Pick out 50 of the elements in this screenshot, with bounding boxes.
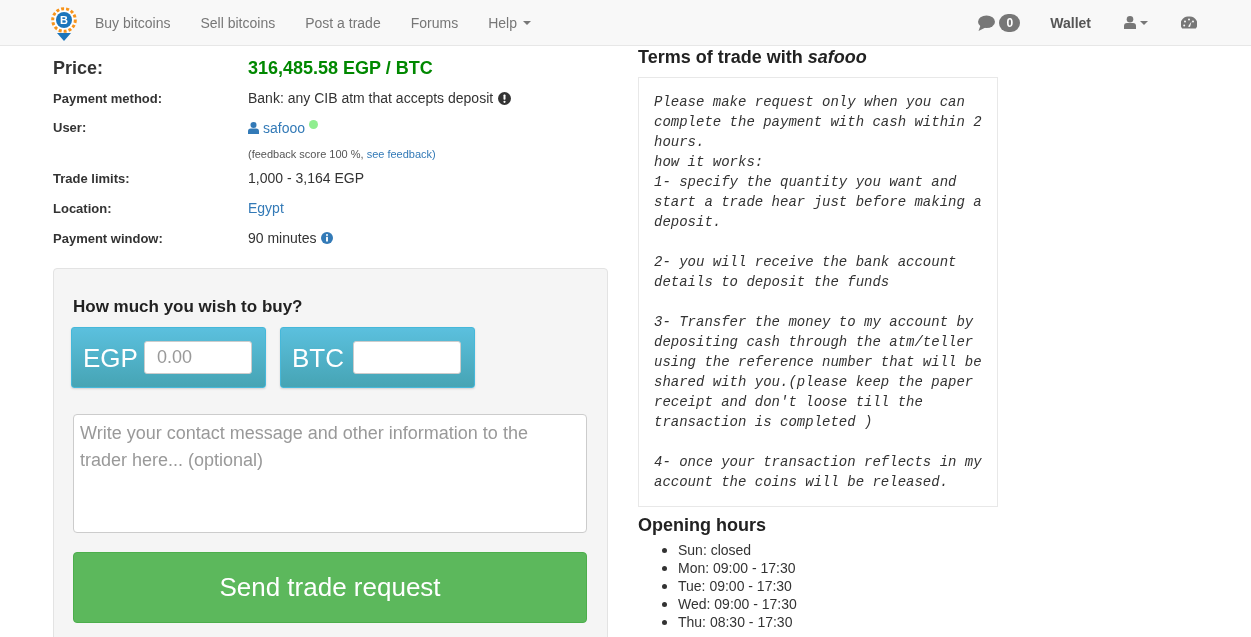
exclamation-icon[interactable] <box>498 91 512 105</box>
bullet-icon <box>662 583 667 589</box>
opening-hours-item: Sun: closed <box>678 541 752 559</box>
detail-value: 90 minutes <box>248 229 317 248</box>
opening-hours-item: Thu: 08:30 - 17:30 <box>678 613 793 631</box>
opening-hours-item: Mon: 09:00 - 17:30 <box>678 559 796 577</box>
account-menu-button[interactable] <box>1124 16 1148 29</box>
detail-label: Payment window: <box>53 230 163 246</box>
location-link[interactable]: Egypt <box>248 198 284 218</box>
user-link[interactable]: safooo <box>248 118 306 138</box>
detail-label: Trade limits: <box>53 170 130 186</box>
nav-link[interactable]: Forums <box>410 12 459 33</box>
feedback-link[interactable]: see feedback) <box>366 148 436 160</box>
unread-count-badge[interactable]: 0 <box>999 13 1021 32</box>
gauge-icon[interactable] <box>1181 16 1197 29</box>
info-icon[interactable] <box>321 232 334 244</box>
detail-label: User: <box>53 119 87 137</box>
detail-value: 1,000 - 3,164 EGP <box>248 169 364 188</box>
nav-link[interactable]: Sell bitcoins <box>200 12 276 33</box>
price-label: Price: <box>53 58 104 78</box>
opening-hours-heading: Opening hours <box>638 515 767 535</box>
amount-field[interactable] <box>353 341 461 374</box>
nav-link[interactable]: Buy bitcoins <box>95 12 171 33</box>
detail-label: Payment method: <box>53 90 163 106</box>
wallet-link[interactable]: Wallet <box>1050 12 1091 33</box>
opening-hours-item: Wed: 09:00 - 17:30 <box>678 595 797 613</box>
chat-bubble-icon[interactable] <box>977 14 996 31</box>
nav-menu-link[interactable]: Help <box>488 12 531 33</box>
opening-hours-item: Tue: 09:00 - 17:30 <box>678 577 792 595</box>
bullet-icon <box>662 601 667 607</box>
send-trade-request-button[interactable]: Send trade request <box>73 552 587 623</box>
feedback-text: (feedback score 100 %, see feedback) <box>248 148 436 161</box>
currency-label: BTC <box>292 342 344 373</box>
currency-label: EGP <box>83 342 138 373</box>
terms-heading: Terms of trade with safooo <box>638 47 868 67</box>
price-value: 316,485.58 EGP / BTC <box>248 57 433 79</box>
bullet-icon <box>662 619 667 625</box>
form-heading: How much you wish to buy? <box>73 297 304 317</box>
user-icon <box>1124 16 1136 29</box>
bullet-icon <box>662 547 667 553</box>
user-icon <box>248 122 259 134</box>
bullet-icon <box>662 565 667 571</box>
terms-text: Please make request only when you can complete the payment with cash within 2 hours. how it works: 1- specify the quantity you want and start a trade hear just before making a deposit. 2- you will receive the bank account details to deposit the funds 3- Transfer the money to my account by depositing cash through the atm/teller using the reference number that will be shared with you.(please keep the paper receipt and don't loose till the transaction is completed ) 4- once your transaction reflects in my account the coins will be released. <box>654 93 983 492</box>
nav-link[interactable]: Post a trade <box>305 12 381 33</box>
amount-field[interactable]: 0.00 <box>144 341 252 374</box>
detail-value: Bank: any CIB atm that accepts deposit <box>248 89 494 108</box>
caret-icon <box>1140 20 1148 25</box>
message-field[interactable]: Write your contact message and other information to the trader here... (optional) <box>73 414 587 533</box>
caret-icon <box>522 20 531 25</box>
detail-label: Location: <box>53 200 112 216</box>
